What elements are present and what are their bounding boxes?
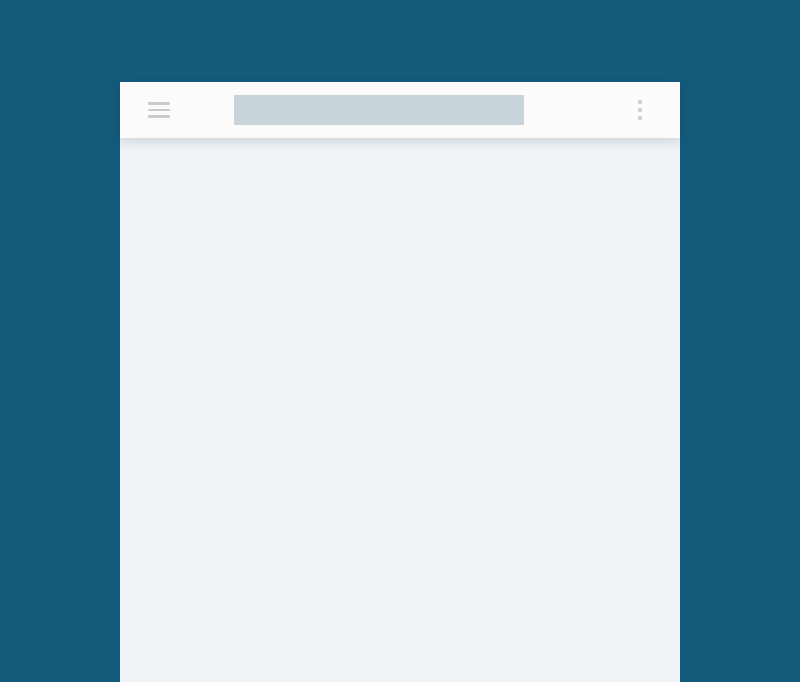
hamburger-icon: [148, 102, 170, 105]
hamburger-icon: [148, 115, 170, 118]
hamburger-icon: [148, 109, 170, 112]
more-vertical-icon: [638, 116, 642, 120]
toolbar: [120, 82, 680, 138]
main-content: [120, 138, 680, 682]
search-input[interactable]: [234, 95, 524, 125]
more-vertical-icon: [638, 100, 642, 104]
more-vertical-icon: [638, 108, 642, 112]
app-window: [120, 82, 680, 682]
more-options-button[interactable]: [628, 98, 652, 122]
hamburger-menu-button[interactable]: [148, 98, 172, 122]
